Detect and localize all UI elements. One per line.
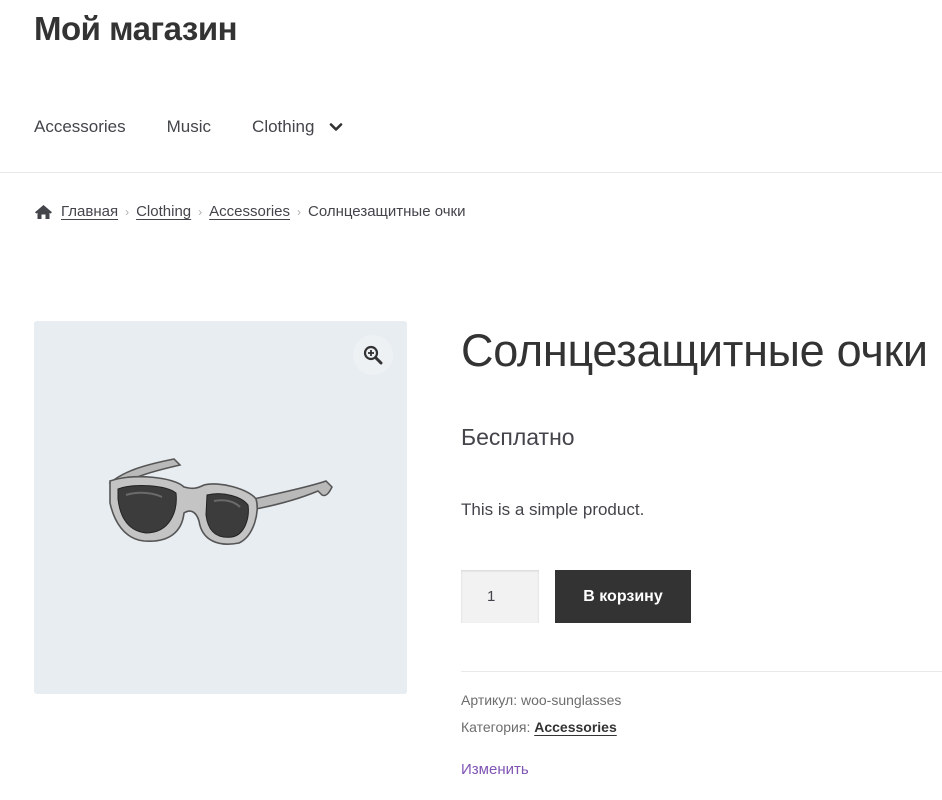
sunglasses-image xyxy=(108,458,333,545)
zoom-in-icon xyxy=(363,345,383,365)
chevron-down-icon[interactable] xyxy=(329,120,343,134)
breadcrumb-link-home[interactable]: Главная xyxy=(61,203,118,220)
sku-line: Артикул: woo-sunglasses xyxy=(461,692,621,708)
meta-divider xyxy=(461,671,942,672)
home-icon xyxy=(35,204,52,219)
product-price: Бесплатно xyxy=(461,424,575,450)
breadcrumb-link-accessories[interactable]: Accessories xyxy=(209,203,290,220)
product-description: This is a simple product. xyxy=(461,500,645,519)
breadcrumb: Главная › Clothing › Accessories › Солнц… xyxy=(34,203,465,220)
breadcrumb-current: Солнцезащитные очки xyxy=(308,203,466,220)
sku-value: woo-sunglasses xyxy=(520,692,622,708)
nav-item-music[interactable]: Music xyxy=(167,117,211,137)
zoom-button[interactable] xyxy=(353,335,393,375)
site-title[interactable]: Мой магазин xyxy=(34,10,238,48)
chevron-right-icon: › xyxy=(198,204,203,219)
primary-nav: Accessories Music Clothing xyxy=(34,117,343,137)
sku-label: Артикул: xyxy=(461,692,518,708)
product-gallery[interactable] xyxy=(34,321,407,694)
nav-item-clothing[interactable]: Clothing xyxy=(252,117,314,137)
nav-item-clothing-wrapper: Clothing xyxy=(252,117,343,137)
category-line: Категория: Accessories xyxy=(461,719,617,735)
quantity-input[interactable] xyxy=(461,570,539,623)
category-label: Категория: xyxy=(461,719,531,735)
add-to-cart-button[interactable]: В корзину xyxy=(555,570,691,623)
chevron-right-icon: › xyxy=(297,204,301,219)
chevron-right-icon: › xyxy=(125,204,130,219)
category-link[interactable]: Accessories xyxy=(534,719,617,735)
product-title: Солнцезащитные очки xyxy=(461,325,928,376)
nav-item-accessories[interactable]: Accessories xyxy=(34,117,126,137)
header-divider xyxy=(0,172,942,173)
breadcrumb-link-clothing[interactable]: Clothing xyxy=(136,203,191,220)
edit-link[interactable]: Изменить xyxy=(461,761,529,778)
